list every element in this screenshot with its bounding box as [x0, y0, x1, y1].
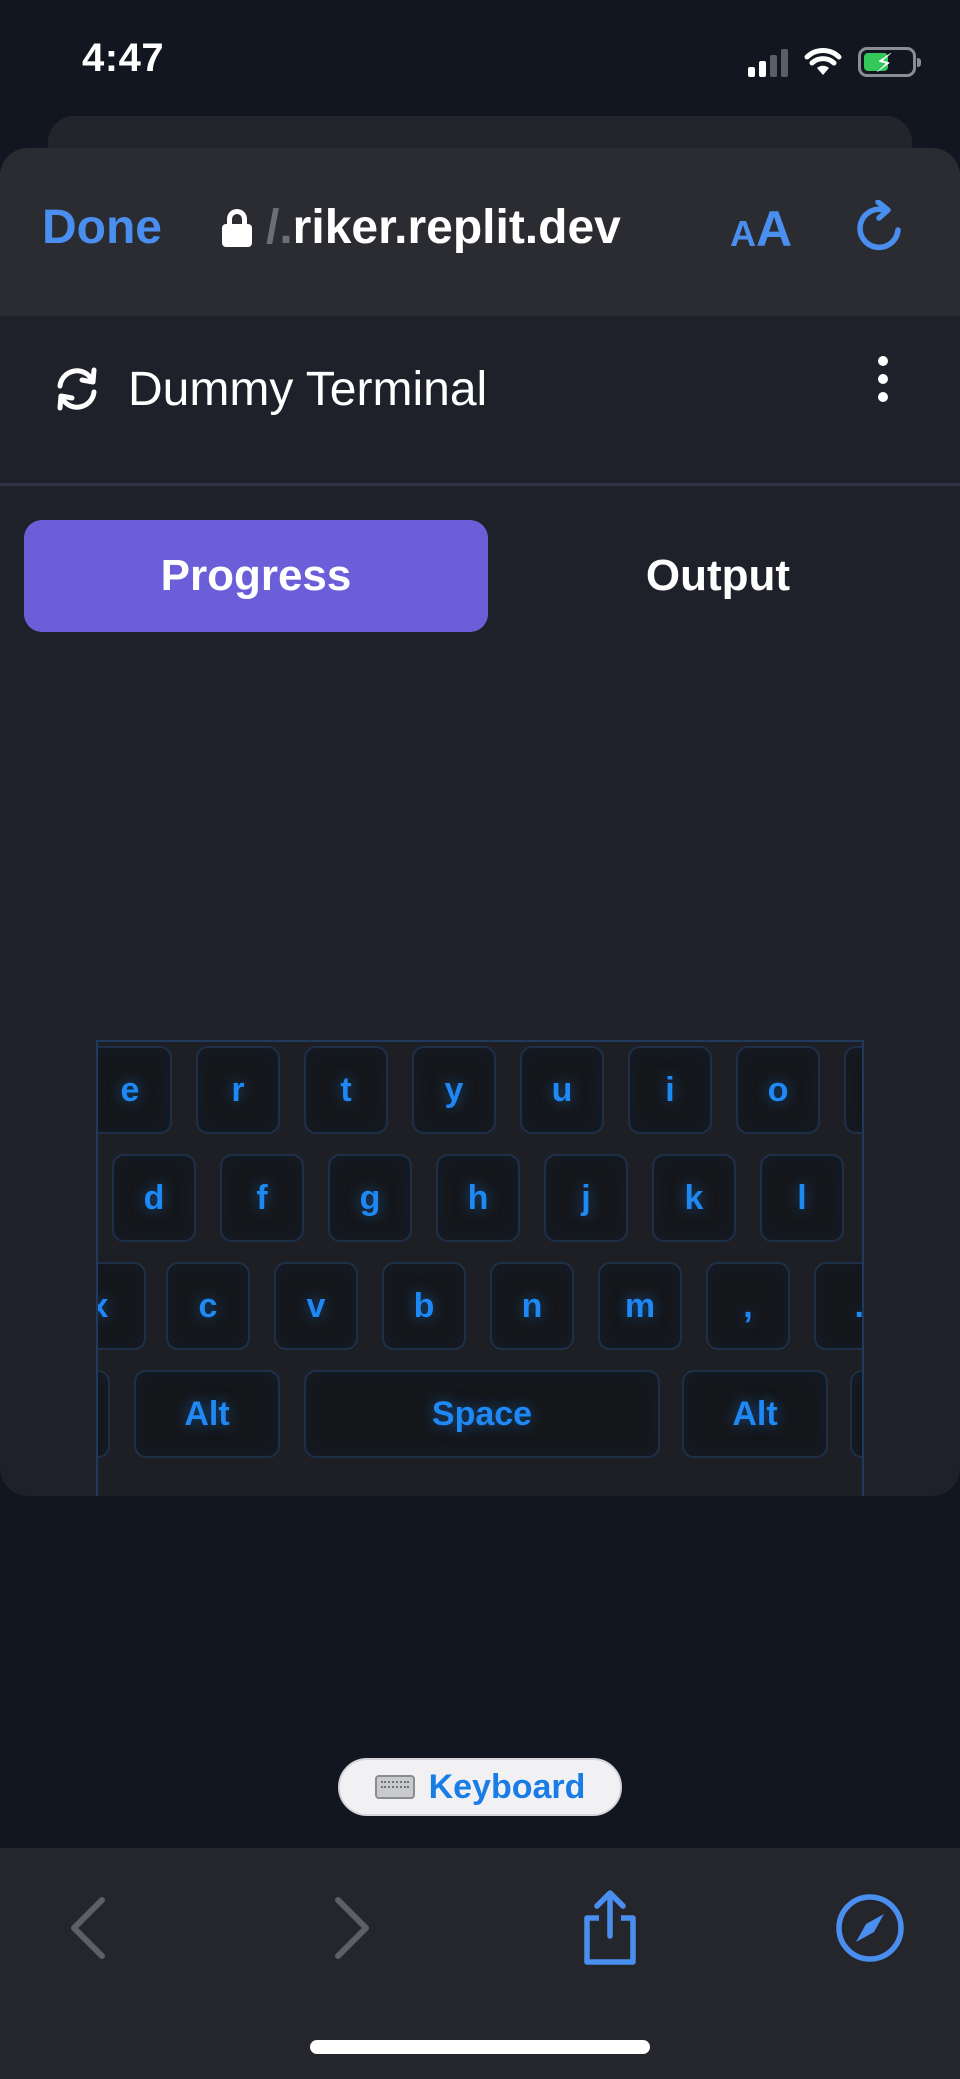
key-m[interactable]: m: [598, 1262, 682, 1350]
compass-icon[interactable]: [834, 1892, 906, 1964]
key-x[interactable]: x: [98, 1262, 146, 1350]
url-text: riker.replit.dev: [292, 201, 621, 254]
key-c[interactable]: c: [166, 1262, 250, 1350]
app-header: Dummy Terminal: [0, 316, 960, 486]
forward-icon[interactable]: [318, 1888, 388, 1968]
key-l[interactable]: l: [760, 1154, 844, 1242]
app-title: Dummy Terminal: [128, 363, 488, 416]
virtual-keyboard: e r t y u i o d f g h j k l x c v b n m …: [96, 1040, 864, 1496]
key-period[interactable]: .: [814, 1262, 862, 1350]
more-options-icon[interactable]: [868, 356, 898, 416]
status-time: 4:47: [82, 36, 165, 80]
sync-icon[interactable]: [50, 362, 104, 416]
share-icon[interactable]: [575, 1888, 645, 1968]
key-right-partial[interactable]: [850, 1370, 862, 1458]
lock-icon: [222, 208, 252, 247]
key-o[interactable]: o: [736, 1046, 820, 1134]
signal-icon: [748, 47, 788, 77]
key-h[interactable]: h: [436, 1154, 520, 1242]
key-alt-left[interactable]: Alt: [134, 1370, 280, 1458]
key-b[interactable]: b: [382, 1262, 466, 1350]
address-bar[interactable]: /.riker.replit.dev: [222, 200, 621, 255]
key-k[interactable]: k: [652, 1154, 736, 1242]
key-n[interactable]: n: [490, 1262, 574, 1350]
tab-progress[interactable]: Progress: [24, 520, 488, 632]
bottom-toolbar: [0, 1848, 960, 2079]
key-r[interactable]: r: [196, 1046, 280, 1134]
text-size-small: A: [730, 213, 756, 254]
key-comma[interactable]: ,: [706, 1262, 790, 1350]
keyboard-toggle-label: Keyboard: [428, 1767, 586, 1806]
status-icons: ⚡: [748, 42, 921, 82]
key-v[interactable]: v: [274, 1262, 358, 1350]
keyboard-icon: [374, 1775, 415, 1799]
wifi-icon: [804, 48, 842, 75]
key-left-partial[interactable]: [98, 1370, 110, 1458]
text-size-big: A: [756, 201, 793, 257]
key-partial[interactable]: [844, 1046, 862, 1134]
browser-toolbar: Done /.riker.replit.dev AA: [0, 148, 960, 316]
done-button[interactable]: Done: [42, 200, 162, 255]
key-t[interactable]: t: [304, 1046, 388, 1134]
status-bar: 4:47 ⚡: [0, 0, 960, 120]
url-faded-prefix: /.: [266, 201, 293, 254]
key-alt-right[interactable]: Alt: [682, 1370, 828, 1458]
back-icon[interactable]: [52, 1888, 122, 1968]
key-f[interactable]: f: [220, 1154, 304, 1242]
text-size-button[interactable]: AA: [730, 200, 792, 258]
battery-charging-icon: ⚡: [858, 47, 921, 78]
key-y[interactable]: y: [412, 1046, 496, 1134]
reload-icon[interactable]: [852, 200, 908, 256]
browser-sheet: Done /.riker.replit.dev AA Dummy Termina…: [0, 148, 960, 1496]
tab-output[interactable]: Output: [498, 520, 938, 632]
key-j[interactable]: j: [544, 1154, 628, 1242]
home-indicator: [310, 2040, 650, 2054]
key-i[interactable]: i: [628, 1046, 712, 1134]
key-space[interactable]: Space: [304, 1370, 660, 1458]
key-u[interactable]: u: [520, 1046, 604, 1134]
key-g[interactable]: g: [328, 1154, 412, 1242]
keyboard-toggle-button[interactable]: Keyboard: [338, 1758, 622, 1816]
key-e[interactable]: e: [98, 1046, 172, 1134]
key-d[interactable]: d: [112, 1154, 196, 1242]
